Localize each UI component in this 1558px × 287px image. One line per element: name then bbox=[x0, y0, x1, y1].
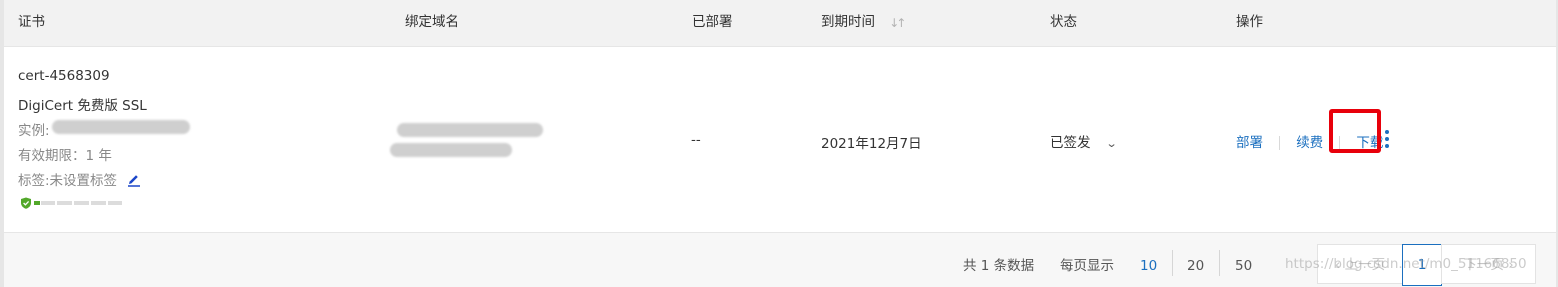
deployed-value: -- bbox=[691, 132, 701, 148]
tags-label: 标签:未设置标签 bbox=[18, 173, 118, 189]
more-vertical-icon[interactable] bbox=[1384, 130, 1390, 150]
header-actions: 操作 bbox=[1236, 14, 1263, 30]
table-row: cert-4568309 DigiCert 免费版 SSL 实例: 有效期限：1… bbox=[4, 47, 1556, 233]
header-certificate: 证书 bbox=[18, 14, 45, 30]
table-header: 证书 绑定域名 已部署 到期时间 ↓↑ 状态 操作 bbox=[4, 0, 1556, 47]
status-dropdown[interactable]: 已签发 ⌄ bbox=[1050, 131, 1118, 151]
tags-line: 标签:未设置标签 bbox=[18, 169, 141, 189]
expiry-date: 2021年12月7日 bbox=[821, 136, 922, 152]
certificate-table: 证书 绑定域名 已部署 到期时间 ↓↑ 状态 操作 cert-4568309 D… bbox=[0, 0, 1558, 287]
header-deployed: 已部署 bbox=[692, 14, 733, 30]
chevron-down-icon: ⌄ bbox=[1105, 137, 1118, 150]
divider bbox=[1172, 250, 1173, 276]
deploy-link[interactable]: 部署 bbox=[1236, 135, 1263, 151]
header-status: 状态 bbox=[1050, 14, 1077, 30]
shield-check-icon bbox=[21, 197, 122, 209]
header-expiry-label: 到期时间 bbox=[821, 14, 875, 30]
instance-label: 实例: bbox=[18, 123, 50, 139]
header-expiry[interactable]: 到期时间 ↓↑ bbox=[821, 0, 906, 46]
page-size-label: 每页显示 bbox=[1060, 258, 1114, 274]
validity: 有效期限：1 年 bbox=[18, 148, 112, 164]
watermark: https://blog.csdn.net/m0_51166850 bbox=[1285, 256, 1527, 272]
page-size-20[interactable]: 20 bbox=[1187, 233, 1204, 287]
download-highlight-box bbox=[1329, 109, 1381, 153]
divider bbox=[1219, 250, 1220, 276]
sort-arrows-icon[interactable]: ↓↑ bbox=[889, 1, 906, 45]
redacted-domain-2 bbox=[390, 143, 512, 157]
total-count: 共 1 条数据 bbox=[963, 258, 1035, 274]
redacted-domain-1 bbox=[397, 123, 543, 137]
header-domain: 绑定域名 bbox=[405, 14, 459, 30]
page-size-50[interactable]: 50 bbox=[1235, 233, 1252, 287]
pencil-icon[interactable] bbox=[127, 173, 141, 187]
page-size-10[interactable]: 10 bbox=[1140, 233, 1157, 287]
divider bbox=[1279, 135, 1281, 150]
cert-id: cert-4568309 bbox=[18, 68, 110, 84]
renew-link[interactable]: 续费 bbox=[1296, 135, 1323, 151]
cert-type: DigiCert 免费版 SSL bbox=[18, 98, 147, 114]
status-label: 已签发 bbox=[1050, 135, 1091, 151]
redacted-instance bbox=[52, 120, 190, 134]
